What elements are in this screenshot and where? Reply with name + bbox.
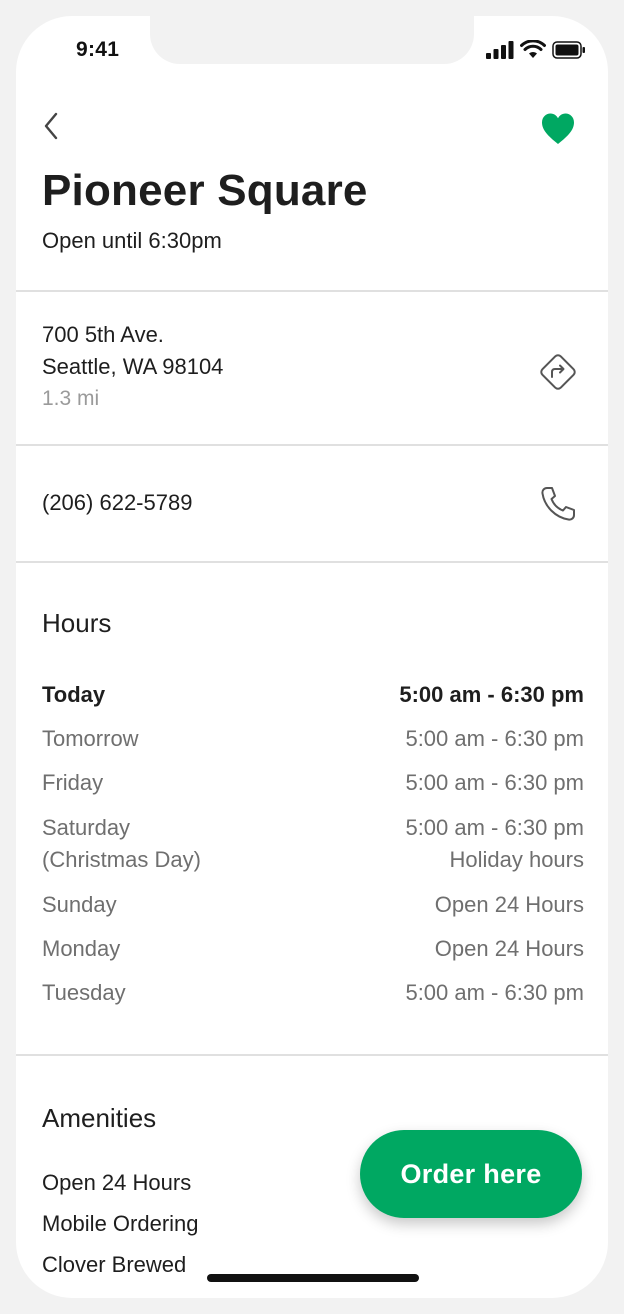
divider	[16, 561, 608, 563]
hours-row-holiday: Saturday (Christmas Day) 5:00 am - 6:30 …	[42, 812, 584, 876]
hours-row: Sunday Open 24 Hours	[42, 890, 584, 920]
hours-row: Friday 5:00 am - 6:30 pm	[42, 768, 584, 798]
divider	[16, 444, 608, 446]
directions-icon	[540, 354, 576, 390]
hours-day: Monday	[42, 936, 121, 961]
address-line-2: Seattle, WA 98104	[42, 354, 224, 379]
address-line-1: 700 5th Ave.	[42, 322, 164, 347]
signal-icon	[486, 40, 514, 59]
store-phone[interactable]: (206) 622-5789	[42, 490, 192, 516]
hours-time: 5:00 am - 6:30 pm	[399, 682, 584, 707]
wifi-icon	[520, 40, 546, 58]
hours-time: 5:00 am - 6:30 pm	[405, 980, 584, 1005]
heart-icon	[542, 113, 574, 144]
hours-heading: Hours	[42, 608, 112, 638]
hours-day: Tuesday	[42, 980, 126, 1005]
hours-time: Open 24 Hours	[434, 892, 584, 917]
hours-day: Tomorrow	[42, 726, 139, 751]
chevron-left-icon	[44, 112, 58, 140]
order-here-button[interactable]: Order here	[360, 1130, 582, 1218]
hours-day: Friday	[42, 770, 104, 795]
hours-day-name: Saturday	[42, 815, 131, 840]
hours-time-value: 5:00 am - 6:30 pm	[405, 815, 584, 840]
battery-icon	[552, 40, 585, 59]
hours-list: Today 5:00 am - 6:30 pm Tomorrow 5:00 am…	[42, 680, 584, 1022]
phone-icon	[541, 487, 575, 521]
hours-day: Sunday	[42, 892, 117, 917]
directions-button[interactable]	[536, 350, 580, 394]
open-status: Open until 6:30pm	[42, 228, 222, 253]
divider	[16, 290, 608, 292]
status-time: 9:41	[76, 38, 120, 61]
phone-screen: 9:41 Pioneer Square Open until 6:30pm 70…	[16, 16, 608, 1298]
amenity-item: Mobile Ordering	[42, 1211, 199, 1236]
status-icons	[486, 40, 586, 59]
hours-time: 5:00 am - 6:30 pm	[405, 726, 584, 751]
hours-row-today: Today 5:00 am - 6:30 pm	[42, 680, 584, 710]
hours-time: Open 24 Hours	[434, 936, 584, 961]
amenity-item: Clover Brewed	[42, 1252, 187, 1277]
hours-day: Saturday (Christmas Day)	[42, 812, 201, 876]
store-distance: 1.3 mi	[42, 387, 100, 410]
hours-row: Monday Open 24 Hours	[42, 934, 584, 964]
favorite-button[interactable]	[540, 112, 576, 146]
back-button[interactable]	[42, 108, 72, 144]
store-name: Pioneer Square	[42, 166, 368, 215]
divider	[16, 1054, 608, 1056]
amenities-heading: Amenities	[42, 1103, 157, 1133]
hours-time: 5:00 am - 6:30 pm	[405, 770, 584, 795]
holiday-hours-note: Holiday hours	[449, 847, 584, 872]
hours-time: 5:00 am - 6:30 pm Holiday hours	[405, 812, 584, 876]
home-indicator	[207, 1274, 419, 1282]
device-notch	[150, 16, 474, 64]
hours-row: Tuesday 5:00 am - 6:30 pm	[42, 978, 584, 1008]
hours-row: Tomorrow 5:00 am - 6:30 pm	[42, 724, 584, 754]
hours-day-note: (Christmas Day)	[42, 847, 201, 872]
hours-day: Today	[42, 682, 106, 707]
call-button[interactable]	[538, 484, 578, 524]
amenity-item: Open 24 Hours	[42, 1170, 192, 1195]
